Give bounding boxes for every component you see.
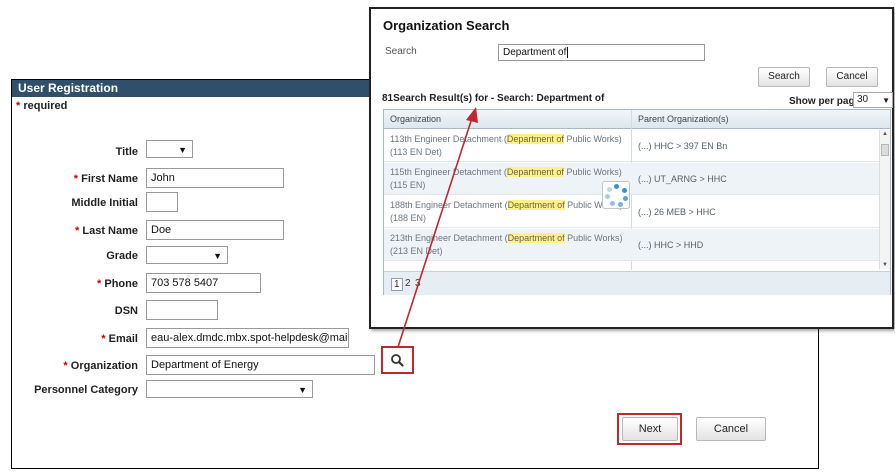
parent-cell: (...) 26 MEB > HHC [638,207,716,217]
pagination: 1 2 3 [384,271,890,295]
page-link-2[interactable]: 2 [405,278,411,291]
column-header-parent[interactable]: Parent Organization(s) [638,110,729,129]
last-name-label: * Last Name [75,225,138,237]
personnel-category-select[interactable]: ▼ [146,380,313,398]
chevron-down-icon: ▼ [882,96,890,105]
results-count: 81Search Result(s) for - Search: Departm… [382,93,605,104]
table-row[interactable]: 113th Engineer Detachment (Department of… [384,130,880,162]
organization-cell: 115th Engineer Detachment (Department of… [390,167,622,190]
dsn-field[interactable] [146,300,218,320]
cancel-button[interactable]: Cancel [696,417,766,441]
organization-search-button[interactable] [381,346,414,374]
email-label: * Email [101,333,138,345]
search-label: Search [385,46,417,57]
email-field[interactable]: eau-alex.dmdc.mbx.spot-helpdesk@mail.mil [146,328,349,348]
loading-spinner-icon [602,181,630,209]
chevron-down-icon: ▼ [298,385,307,395]
middle-initial-label: Middle Initial [71,197,138,209]
middle-initial-field[interactable] [146,192,178,212]
page-link-3[interactable]: 3 [415,278,421,291]
results-scrollbar[interactable]: ▲ ▼ [879,130,890,269]
grade-select[interactable]: ▼ [146,246,228,264]
last-name-field[interactable]: Doe [146,220,284,240]
results-grid: Organization Parent Organization(s) 113t… [383,109,891,295]
title-label: Title [115,146,138,158]
phone-field[interactable]: 703 578 5407 [146,273,261,293]
organization-label: * Organization [63,360,138,372]
required-note: * required [16,100,68,112]
table-row[interactable]: 188th Engineer Detachment (Department of… [384,196,880,228]
title-select[interactable]: ▼ [146,140,193,158]
personnel-category-label: Personnel Category [34,384,138,396]
first-name-field[interactable]: John [146,168,284,188]
chevron-down-icon: ▼ [178,145,187,155]
search-icon [391,354,404,367]
organization-cell: 213th Engineer Detachment (Department of… [390,233,623,256]
per-page-select[interactable]: 30 ▼ [853,92,893,108]
parent-cell: (...) UT_ARNG > HHC [638,174,727,184]
page-link-1[interactable]: 1 [391,278,403,291]
organization-cell: 188th Engineer Detachment (Department of… [390,200,623,223]
dialog-title: Organization Search [383,18,510,33]
parent-cell: (...) HHC > HHD [638,240,704,250]
next-highlight-box [617,413,682,445]
grade-label: Grade [106,250,138,262]
table-row[interactable]: 115th Engineer Detachment (Department of… [384,163,880,195]
organization-field[interactable]: Department of Energy [146,355,375,375]
scroll-thumb[interactable] [881,144,889,156]
search-input[interactable]: Department of [498,44,705,61]
first-name-label: * First Name [73,173,138,185]
chevron-down-icon: ▼ [213,251,222,261]
dialog-cancel-button[interactable]: Cancel [826,67,878,87]
column-header-organization[interactable]: Organization [390,110,441,129]
phone-label: * Phone [97,278,138,290]
dsn-label: DSN [114,305,138,317]
scroll-down-icon[interactable]: ▼ [882,262,888,268]
search-button[interactable]: Search [758,67,810,87]
organization-cell: 113th Engineer Detachment (Department of… [390,134,622,157]
parent-cell: (...) HHC > 397 EN Bn [638,141,728,151]
grid-header: Organization Parent Organization(s) [384,110,890,129]
scroll-up-icon[interactable]: ▲ [882,131,888,137]
organization-search-dialog: Organization Search Search Department of… [369,7,894,329]
table-row[interactable]: 213th Engineer Detachment (Department of… [384,229,880,261]
